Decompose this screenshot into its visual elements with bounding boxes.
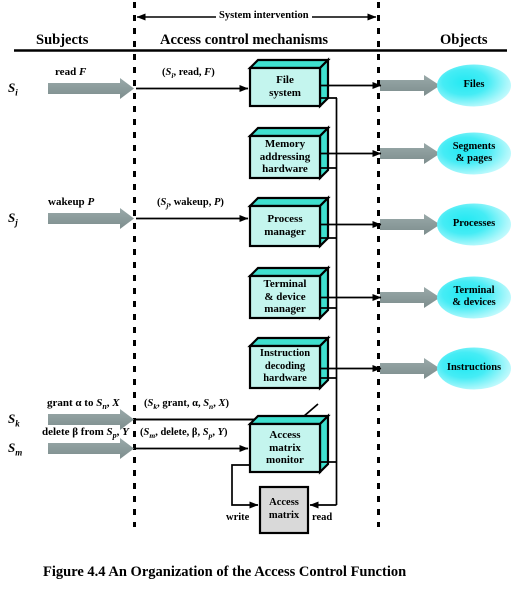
subject-subscript: k [15, 418, 20, 429]
label-line: addressing [259, 150, 311, 163]
label-line: Segments [452, 141, 496, 152]
subject-subscript: m [15, 447, 23, 458]
object-label-instructions: Instructions [436, 362, 512, 374]
subject-subscript: i [15, 87, 18, 98]
subject-label-sj: Sj [8, 210, 18, 228]
label-line: & pages [455, 153, 493, 164]
object-label-files: Files [437, 79, 511, 91]
label-line: File [276, 74, 294, 86]
request-label-delete: delete β from Sp, Y [42, 426, 129, 441]
figure-caption: Figure 4.4 An Organization of the Access… [43, 564, 407, 580]
label-line: Memory [264, 138, 306, 150]
subject-label-sm: Sm [8, 440, 23, 458]
tuple-label-wakeup: (Sj, wakeup, P) [157, 197, 224, 211]
mechanism-label-file-system: File system [250, 74, 320, 99]
object-arrows [380, 75, 440, 379]
mechanism-boxes [247, 57, 331, 475]
label-line: Access [269, 497, 299, 508]
object-label-terminal-devices: Terminal & devices [437, 285, 511, 309]
column-header-objects: Objects [440, 32, 488, 48]
label-line: Files [463, 79, 485, 90]
label-line: matrix [269, 441, 301, 454]
subject-label-si: Si [8, 80, 18, 98]
tuple-label-delete: (Sm, delete, β, Sp, Y) [140, 427, 228, 441]
system-intervention-label: System intervention [216, 9, 312, 21]
request-label-wakeup-p: wakeup P [48, 196, 95, 208]
label-line: decoding [264, 360, 306, 372]
label-line: Processes [452, 218, 496, 229]
object-label-processes: Processes [437, 218, 511, 230]
label-line: Instruction [259, 348, 311, 359]
label-line: manager [264, 303, 306, 316]
read-label: read [312, 512, 333, 523]
column-header-subjects: Subjects [36, 32, 89, 48]
label-line: & devices [452, 297, 496, 308]
mechanism-label-process-manager: Process manager [250, 213, 320, 238]
mechanism-label-memory-addressing-hardware: Memory addressing hardware [250, 138, 320, 176]
label-line: monitor [266, 454, 304, 467]
subject-label-sk: Sk [8, 411, 20, 429]
mechanism-label-terminal-device-manager: Terminal & device manager [250, 278, 320, 316]
label-line: hardware [263, 373, 307, 385]
request-label-grant: grant α to Sn, X [47, 397, 120, 412]
mechanism-label-instruction-decoding-hardware: Instruction decoding hardware [249, 348, 321, 386]
label-line: & device [264, 290, 306, 303]
label-line: matrix [268, 509, 300, 521]
request-label-read-f: read F [55, 66, 87, 78]
subject-subscript: j [15, 217, 18, 228]
tuple-label-read: (Si, read, F) [162, 67, 215, 81]
column-header-mechanisms: Access control mechanisms [160, 32, 329, 48]
label-line: Access [269, 429, 301, 441]
figure-access-control-organization: System intervention Subjects Access cont… [0, 0, 521, 597]
tuple-label-grant: (Sk, grant, α, Sn, X) [144, 398, 229, 412]
label-line: Process [267, 213, 303, 225]
label-line: Instructions [446, 362, 502, 373]
label-line: hardware [262, 163, 308, 176]
label-line: Terminal [263, 278, 307, 290]
object-label-segments-pages: Segments & pages [437, 141, 511, 165]
label-line: system [269, 86, 301, 99]
label-line: Terminal [453, 285, 495, 296]
mechanism-label-access-matrix-monitor: Access matrix monitor [250, 429, 320, 467]
access-matrix-label: Access matrix [260, 497, 308, 522]
write-label: write [226, 512, 250, 523]
label-line: manager [264, 225, 306, 238]
